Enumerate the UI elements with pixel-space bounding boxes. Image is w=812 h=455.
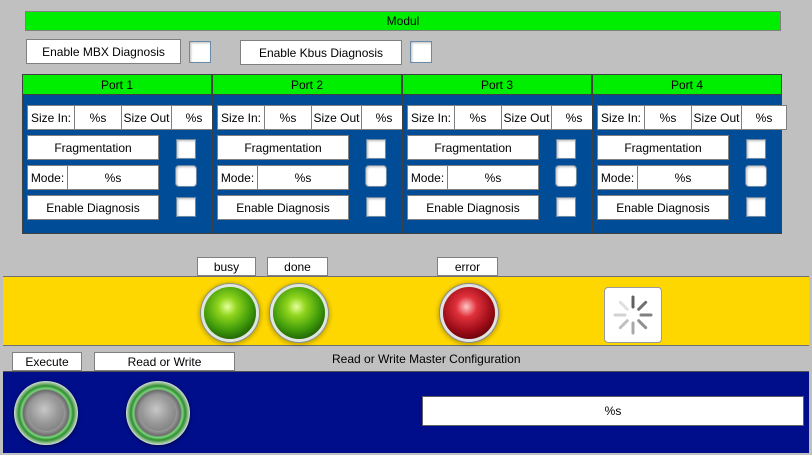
- kbus-diagnosis-checkbox[interactable]: [410, 41, 432, 63]
- enable-diagnosis-checkbox[interactable]: [366, 197, 386, 217]
- size-out-label: Size Out: [501, 105, 552, 130]
- mode-field[interactable]: %s: [67, 165, 159, 190]
- size-out-field[interactable]: %s: [361, 105, 407, 130]
- config-output-field: %s: [422, 396, 804, 426]
- size-out-label: Size Out: [121, 105, 172, 130]
- error-led: [443, 287, 495, 339]
- fragmentation-label: Fragmentation: [27, 135, 159, 160]
- port-panel-3: Port 3 Size In: %s Size Out %s Fragmentation M…: [402, 74, 597, 234]
- mode-label: Mode:: [27, 165, 68, 190]
- mode-checkbox[interactable]: [175, 165, 197, 187]
- fragmentation-checkbox[interactable]: [556, 139, 576, 159]
- mode-checkbox[interactable]: [555, 165, 577, 187]
- size-in-label: Size In:: [217, 105, 265, 130]
- port-header: Port 4: [593, 75, 781, 95]
- fragmentation-label: Fragmentation: [597, 135, 729, 160]
- mode-field[interactable]: %s: [637, 165, 729, 190]
- fragmentation-label: Fragmentation: [407, 135, 539, 160]
- port-title: Port 4: [670, 77, 703, 92]
- error-label: error: [437, 257, 498, 276]
- mode-label: Mode:: [217, 165, 258, 190]
- size-out-field[interactable]: %s: [741, 105, 787, 130]
- port-header: Port 1: [23, 75, 211, 95]
- done-led: [273, 287, 325, 339]
- mode-field[interactable]: %s: [257, 165, 349, 190]
- status-panel: [3, 276, 809, 346]
- port-title: Port 2: [290, 77, 323, 92]
- port-header: Port 2: [213, 75, 401, 95]
- execute-button-cap: [28, 395, 64, 431]
- port-panel-4: Port 4 Size In: %s Size Out %s Fragmentation M…: [592, 74, 787, 234]
- fragmentation-label: Fragmentation: [217, 135, 349, 160]
- port-header: Port 3: [403, 75, 591, 95]
- execute-label: Execute: [12, 352, 82, 371]
- size-in-field[interactable]: %s: [644, 105, 692, 130]
- fragmentation-checkbox[interactable]: [746, 139, 766, 159]
- size-in-field[interactable]: %s: [74, 105, 122, 130]
- size-out-field[interactable]: %s: [551, 105, 597, 130]
- enable-diagnosis-checkbox[interactable]: [556, 197, 576, 217]
- port-panel-1: Port 1 Size In: %s Size Out %s Fragmentation M…: [22, 74, 217, 234]
- mode-label: Mode:: [407, 165, 448, 190]
- size-out-label: Size Out: [691, 105, 742, 130]
- action-panel: %s: [3, 371, 809, 453]
- modul-title: Modul: [386, 14, 420, 28]
- size-in-field[interactable]: %s: [264, 105, 312, 130]
- busy-spinner: [604, 287, 662, 343]
- mode-checkbox[interactable]: [745, 165, 767, 187]
- size-in-label: Size In:: [27, 105, 75, 130]
- enable-diagnosis-label: Enable Diagnosis: [597, 195, 729, 220]
- done-label: done: [267, 257, 328, 276]
- size-out-field[interactable]: %s: [171, 105, 217, 130]
- port-panel-2: Port 2 Size In: %s Size Out %s Fragmentation M…: [212, 74, 407, 234]
- modul-header: Modul: [25, 11, 781, 31]
- mbx-diagnosis-checkbox[interactable]: [189, 41, 211, 63]
- enable-diagnosis-label: Enable Diagnosis: [27, 195, 159, 220]
- fragmentation-checkbox[interactable]: [366, 139, 386, 159]
- enable-diagnosis-checkbox[interactable]: [746, 197, 766, 217]
- read-or-write-label: Read or Write: [94, 352, 235, 371]
- size-in-field[interactable]: %s: [454, 105, 502, 130]
- mode-checkbox[interactable]: [365, 165, 387, 187]
- size-out-label: Size Out: [311, 105, 362, 130]
- enable-diagnosis-label: Enable Diagnosis: [407, 195, 539, 220]
- execute-button[interactable]: [14, 381, 78, 445]
- port-title: Port 3: [480, 77, 513, 92]
- read-or-write-button[interactable]: [126, 381, 190, 445]
- port-title: Port 1: [100, 77, 133, 92]
- busy-led: [204, 287, 256, 339]
- config-title: Read or Write Master Configuration: [332, 352, 521, 366]
- mode-label: Mode:: [597, 165, 638, 190]
- size-in-label: Size In:: [597, 105, 645, 130]
- fragmentation-checkbox[interactable]: [176, 139, 196, 159]
- read-or-write-button-cap: [140, 395, 176, 431]
- loading-spinner-icon: [613, 295, 653, 335]
- enable-diagnosis-checkbox[interactable]: [176, 197, 196, 217]
- mbx-diagnosis-label: Enable MBX Diagnosis: [26, 39, 181, 64]
- busy-label: busy: [197, 257, 256, 276]
- mode-field[interactable]: %s: [447, 165, 539, 190]
- kbus-diagnosis-label: Enable Kbus Diagnosis: [240, 40, 402, 65]
- size-in-label: Size In:: [407, 105, 455, 130]
- enable-diagnosis-label: Enable Diagnosis: [217, 195, 349, 220]
